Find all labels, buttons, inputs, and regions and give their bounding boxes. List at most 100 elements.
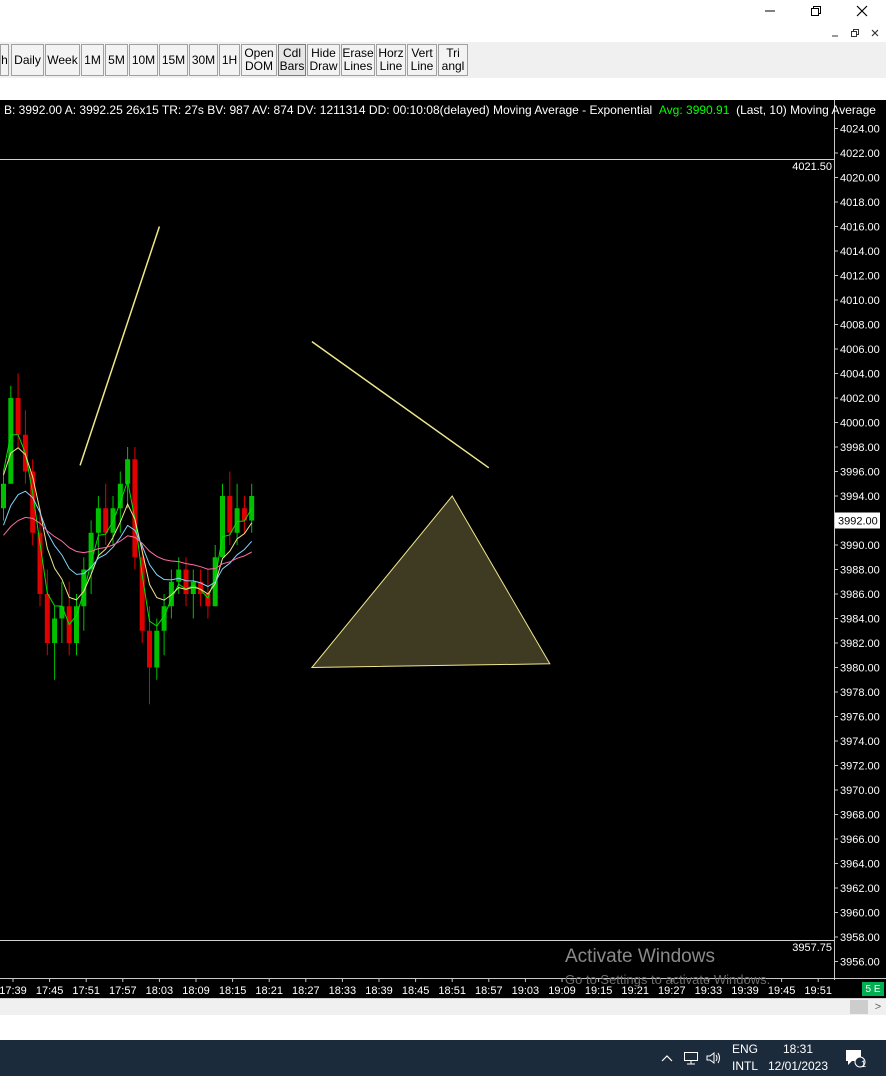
horizontal-scrollbar[interactable]: > — [0, 998, 886, 1015]
price-chart[interactable]: 4021.50 3957.75 4024.00 4022.00 4020.00 4018.… — [0, 100, 886, 998]
trend-line-drawing[interactable] — [311, 341, 490, 469]
network-button[interactable] — [680, 1040, 702, 1076]
close-icon — [871, 29, 879, 37]
candle-body[interactable] — [59, 606, 65, 619]
child-restore-button[interactable] — [846, 26, 864, 40]
time-tick-label: 19:03 — [512, 985, 540, 997]
price-tick-label: 4006.00 — [840, 344, 880, 356]
speaker-icon — [706, 1052, 720, 1064]
time-tick-label: 18:39 — [365, 985, 393, 997]
price-tick-label: 3984.00 — [840, 614, 880, 626]
price-tick-label: 3998.00 — [840, 442, 880, 454]
time-tick-label: 18:15 — [219, 985, 247, 997]
price-tick-label: 4018.00 — [840, 197, 880, 209]
high-price-label: 4021.50 — [792, 161, 832, 173]
toolbar-button-1m[interactable]: 1M — [81, 44, 104, 76]
price-tick-label: 3976.00 — [840, 712, 880, 724]
chart-canvas[interactable]: 4021.50 3957.75 4024.00 4022.00 4020.00 4018.… — [0, 100, 886, 998]
price-tick-label: 3994.00 — [840, 491, 880, 503]
trend-line-drawing[interactable] — [79, 226, 161, 466]
time-tick-label: 19:51 — [804, 985, 832, 997]
language-indicator[interactable]: ENG INTL — [728, 1040, 762, 1076]
price-tick-label: 3980.00 — [840, 663, 880, 675]
scroll-right-button[interactable]: > — [870, 999, 886, 1015]
candle-body[interactable] — [234, 508, 240, 533]
price-tick-label: 3958.00 — [840, 932, 880, 944]
price-tick-label: 4008.00 — [840, 320, 880, 332]
candle-body[interactable] — [8, 398, 14, 484]
candle-body[interactable] — [103, 508, 109, 533]
price-tick-label: 4022.00 — [840, 148, 880, 160]
time-tick-label: 17:51 — [72, 985, 100, 997]
candle-body[interactable] — [139, 557, 145, 631]
toolbar-button-erase-lines[interactable]: Erase Lines — [341, 44, 375, 76]
volume-button[interactable] — [703, 1040, 725, 1076]
toolbar-button-5m[interactable]: 5M — [105, 44, 128, 76]
activate-windows-subtitle: Go to Settings to activate Windows. — [565, 972, 771, 987]
scrollbar-thumb[interactable] — [850, 1000, 868, 1014]
minimize-window-button[interactable] — [747, 0, 793, 22]
child-minimize-button[interactable] — [826, 26, 844, 40]
quote-status-line: B: 3992.00 A: 3992.25 26x15 TR: 27s BV: … — [4, 103, 876, 117]
candle-body[interactable] — [147, 630, 152, 668]
maximize-window-button[interactable] — [793, 0, 839, 22]
candle-body[interactable] — [52, 618, 58, 644]
candle-body[interactable] — [249, 496, 255, 521]
show-hidden-icons-button[interactable] — [658, 1040, 676, 1076]
candle-body[interactable] — [15, 398, 21, 435]
price-tick-label: 4002.00 — [840, 393, 880, 405]
toolbar-button-daily[interactable]: Daily — [11, 44, 44, 76]
child-window-controls — [826, 26, 884, 40]
price-tick-label: 4020.00 — [840, 173, 880, 185]
price-tick-label: 3978.00 — [840, 687, 880, 699]
price-tick-label: 4004.00 — [840, 369, 880, 381]
price-tick-label: 3988.00 — [840, 565, 880, 577]
toolbar-button-15m[interactable]: 15M — [159, 44, 188, 76]
toolbar-button-vert-line[interactable]: Vert Line — [407, 44, 437, 76]
time-tick-label: 17:39 — [0, 985, 27, 997]
toolbar-button-10m[interactable]: 10M — [129, 44, 158, 76]
triangle-drawing[interactable] — [310, 495, 551, 669]
close-window-button[interactable] — [839, 0, 885, 22]
price-tick-label: 3968.00 — [840, 810, 880, 822]
price-tick-label: 4012.00 — [840, 271, 880, 283]
time-tick-label: 17:57 — [109, 985, 137, 997]
se-badge[interactable]: 5 E — [862, 982, 884, 996]
toolbar-button-tri-angl[interactable]: Tri angl — [438, 44, 468, 76]
child-close-button[interactable] — [866, 26, 884, 40]
price-tick-label: 3982.00 — [840, 638, 880, 650]
time-tick-label: 17:45 — [36, 985, 64, 997]
candle-body[interactable] — [154, 630, 160, 668]
price-tick-label: 3966.00 — [840, 834, 880, 846]
time-tick-label: 18:03 — [146, 985, 174, 997]
average-value: Avg: 3990.91 — [658, 103, 730, 117]
toolbar-button-30m[interactable]: 30M — [189, 44, 218, 76]
toolbar-button-cdl-bars[interactable]: Cdl Bars — [278, 44, 306, 76]
clock[interactable]: 18:31 12/01/2023 — [766, 1040, 830, 1076]
candle-body[interactable] — [176, 569, 182, 582]
notifications-button[interactable]: 1 — [840, 1040, 870, 1076]
toolbar-button-1h[interactable]: 1H — [219, 44, 240, 76]
candle-body[interactable] — [1, 483, 6, 509]
candle-body[interactable] — [44, 594, 50, 643]
quote-text: B: 3992.00 A: 3992.25 26x15 TR: 27s BV: … — [4, 103, 653, 117]
keyboard-layout: INTL — [731, 1059, 758, 1073]
average-settings: (Last, 10) Moving Average — [736, 103, 876, 117]
candle-body[interactable] — [74, 606, 79, 643]
price-tick-label: 3962.00 — [840, 883, 880, 895]
restore-icon — [811, 6, 821, 16]
price-tick-label: 3964.00 — [840, 859, 880, 871]
minimize-icon — [765, 10, 775, 12]
time-tick-label: 18:21 — [255, 985, 283, 997]
toolbar-button-week[interactable]: Week — [45, 44, 80, 76]
time-tick-label: 19:45 — [768, 985, 796, 997]
time-tick-label: 18:51 — [438, 985, 466, 997]
toolbar-button-open-dom[interactable]: Open DOM — [241, 44, 277, 76]
candle-body[interactable] — [95, 508, 101, 533]
toolbar-button-horz-line[interactable]: Horz Line — [376, 44, 406, 76]
candle-body[interactable] — [183, 569, 189, 595]
restore-icon — [851, 29, 859, 37]
toolbar-button-hide-draw[interactable]: Hide Draw — [307, 44, 340, 76]
candle-body[interactable] — [227, 496, 233, 533]
toolbar-button-h[interactable]: h — [0, 44, 9, 76]
